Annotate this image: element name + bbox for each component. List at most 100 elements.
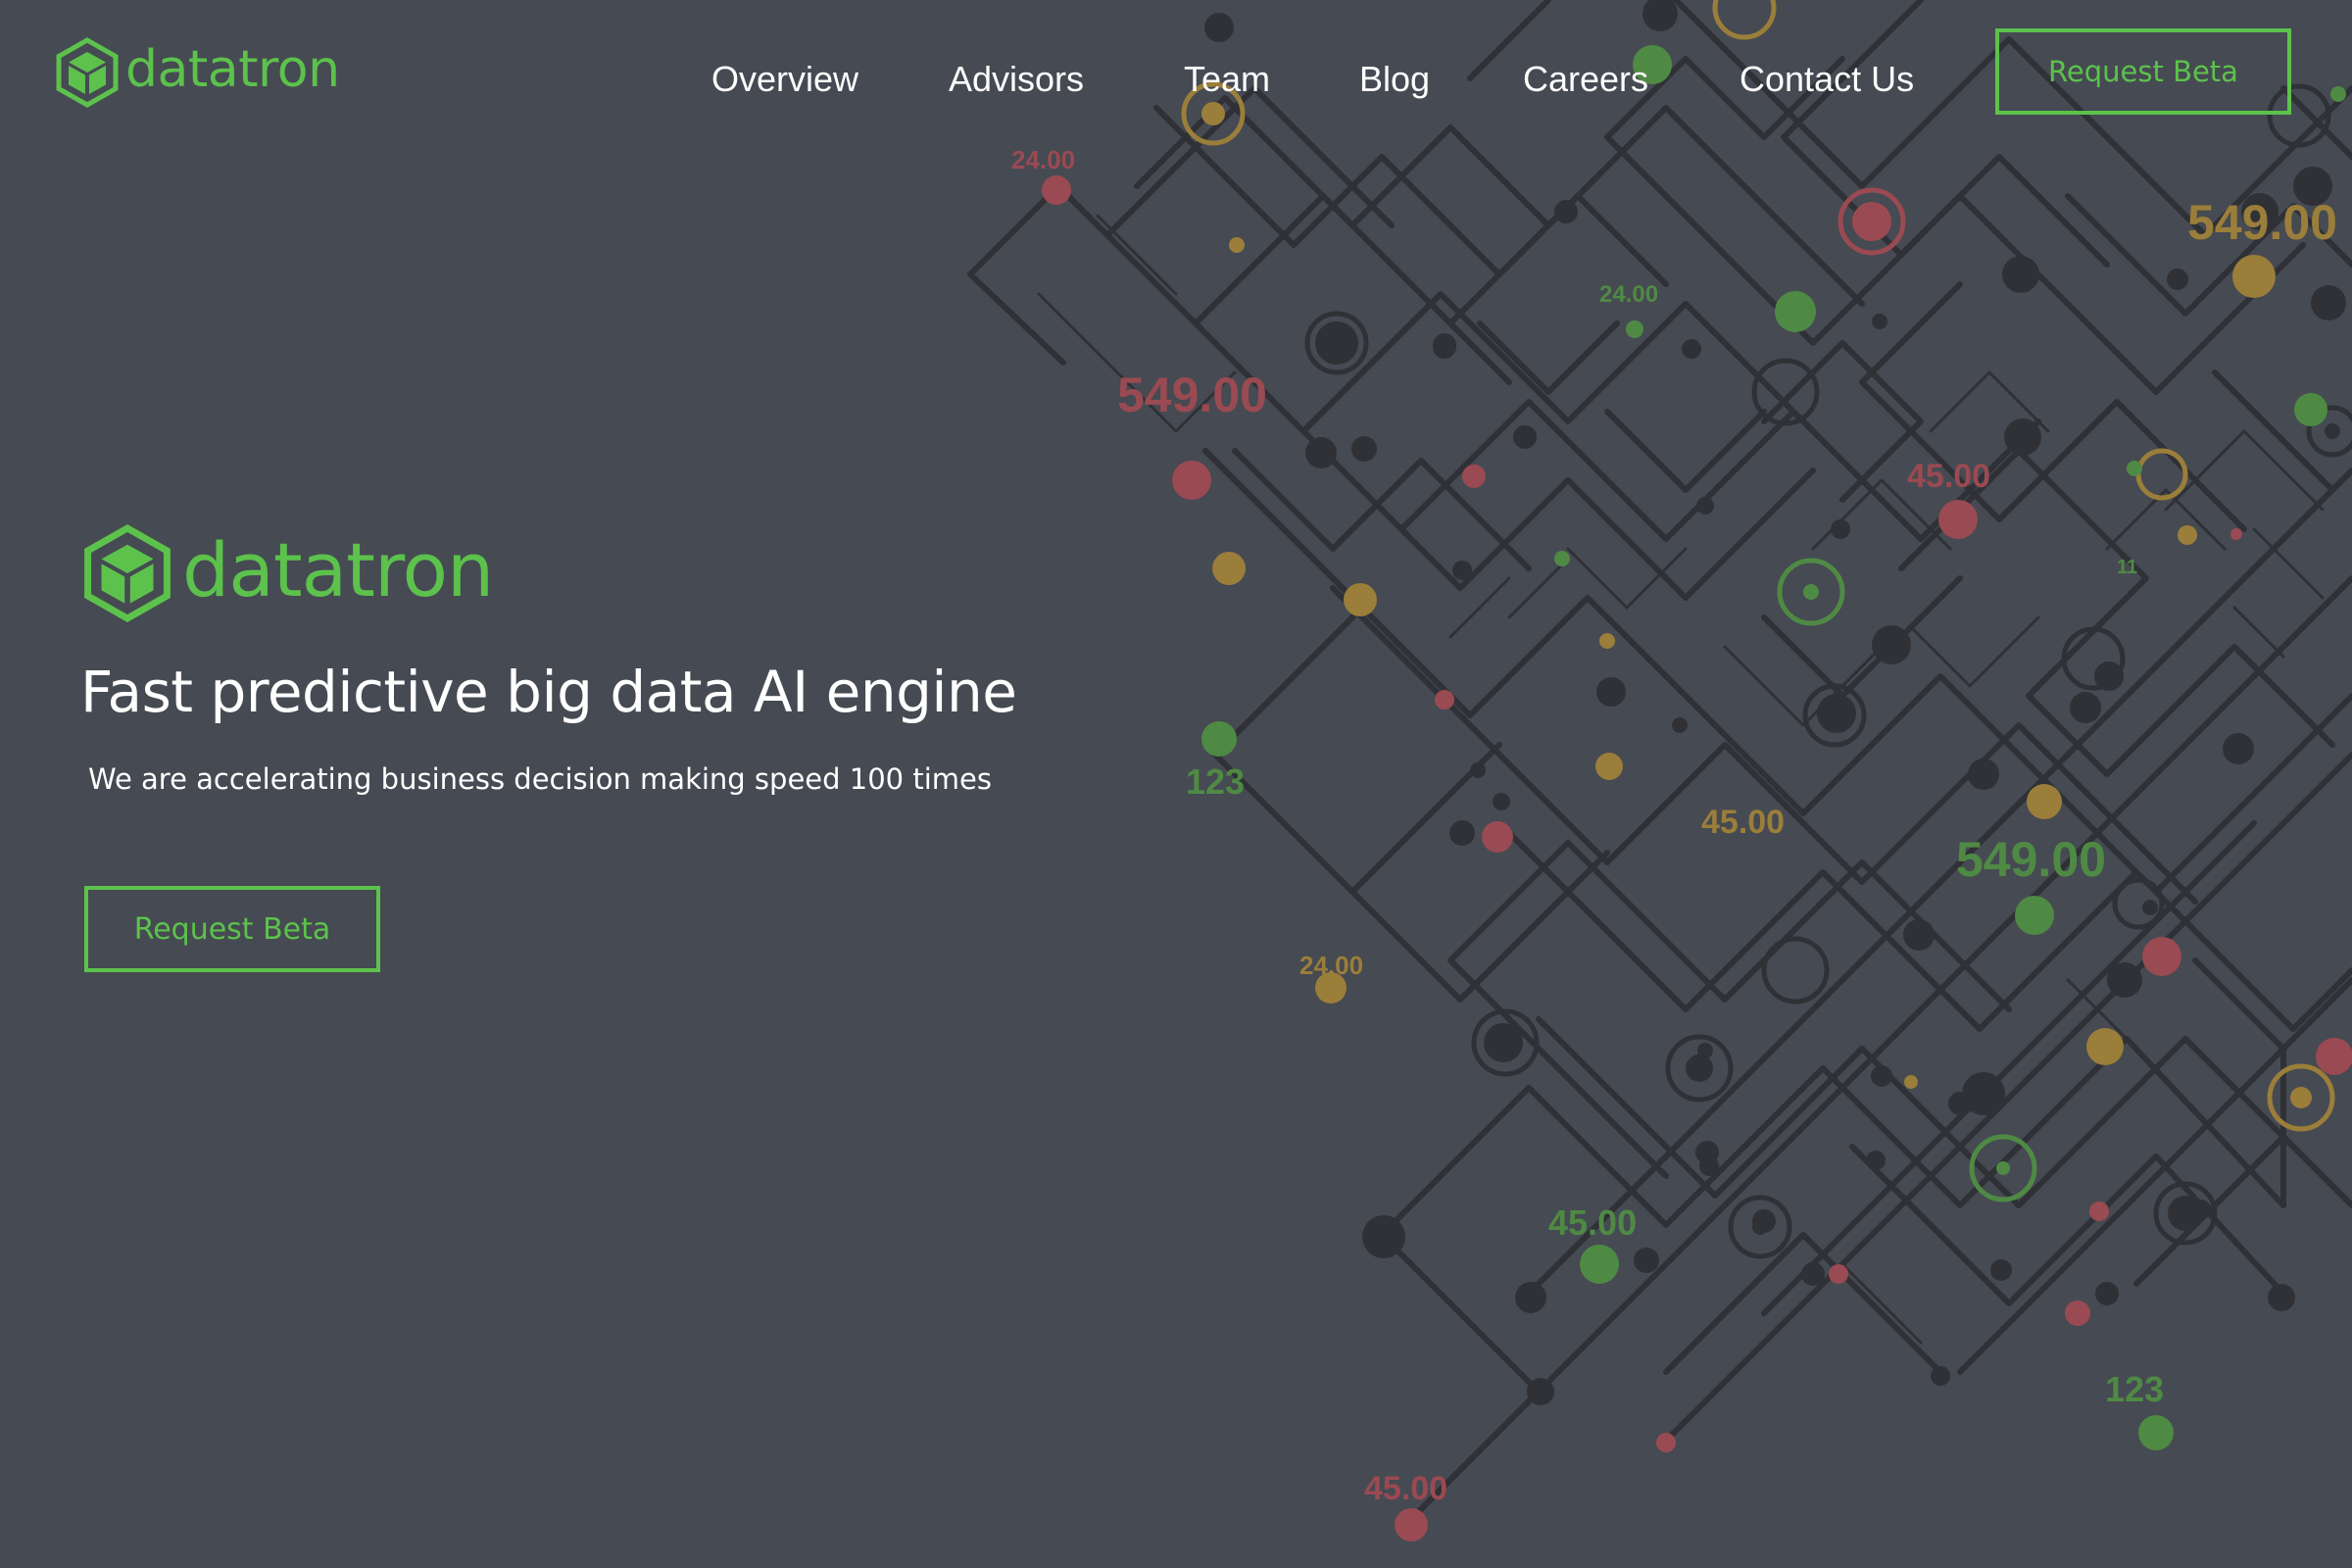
circuit-node (1803, 584, 1819, 600)
circuit-trace-thin (1909, 615, 2040, 688)
circuit-node (1904, 1075, 1918, 1089)
circuit-value-label: 549.00 (2187, 195, 2337, 250)
hero-subheadline: We are accelerating business decision ma… (88, 762, 992, 796)
circuit-ring (1751, 358, 1820, 426)
circuit-trace-thin (1507, 557, 1570, 619)
circuit-node (1449, 820, 1475, 846)
circuit-node (2311, 285, 2346, 320)
circuit-node (1580, 1245, 1619, 1284)
circuit-node (2070, 692, 2101, 723)
circuit-node (2002, 256, 2039, 293)
circuit-node (1866, 1151, 1886, 1170)
circuit-node (1903, 919, 1935, 951)
circuit-node (1682, 339, 1701, 359)
circuit-node (1696, 497, 1714, 514)
circuit-trace-thin (1664, 1380, 1727, 1443)
circuit-node (2095, 1282, 2119, 1305)
circuit-value-label: 11 (2117, 557, 2137, 578)
circuit-node (1872, 314, 1887, 329)
request-beta-hero-button[interactable]: Request Beta (84, 886, 380, 972)
circuit-value-label: 549.00 (1117, 368, 1267, 422)
circuit-node (1656, 1433, 1676, 1452)
circuit-node (1599, 633, 1615, 649)
circuit-trace (1761, 575, 1963, 699)
circuit-trace (1193, 291, 1816, 434)
hero-logo-wordmark: datatron (182, 525, 494, 613)
circuit-ring (2135, 448, 2188, 501)
circuit-value-label: 24.00 (1599, 281, 1658, 308)
circuit-node (1172, 461, 1211, 500)
circuit-node (2015, 896, 2054, 935)
nav-contact-us[interactable]: Contact Us (1740, 55, 1914, 104)
circuit-trace-thin (1840, 1262, 1923, 1345)
circuit-node (2325, 423, 2340, 439)
nav-careers[interactable]: Careers (1523, 55, 1648, 104)
circuit-trace-thin (2232, 606, 2285, 659)
circuit-node (1852, 202, 1891, 241)
circuit-node (1801, 1262, 1825, 1286)
circuit-trace (1849, 1144, 2286, 1306)
circuit-node (1990, 1259, 2012, 1281)
hexagon-cube-icon (84, 523, 171, 623)
circuit-node (1938, 500, 1978, 539)
circuit-node (2142, 937, 2181, 976)
circuit-trace (1379, 1036, 2286, 1238)
circuit-trace (2192, 957, 2286, 1208)
circuit-node (2138, 1415, 2174, 1450)
circuit-node (1775, 291, 1816, 332)
circuit-node (1229, 237, 1245, 253)
circuit-node (1470, 762, 1486, 778)
circuit-value-label: 45.00 (1907, 458, 1990, 495)
circuit-node (2004, 418, 2041, 456)
circuit-node (1482, 821, 1513, 853)
circuit-value-label: 24.00 (1299, 951, 1363, 980)
circuit-node (1672, 717, 1688, 733)
circuit-trace-thin (1096, 214, 1178, 296)
hero-logo: datatron (82, 523, 494, 623)
circuit-node (1596, 677, 1626, 707)
circuit-node (1948, 1092, 1972, 1115)
circuit-node (2232, 255, 2276, 298)
circuit-node (1968, 759, 1999, 790)
landing-page: 24.00 549.00 123 24.00 45.00 11 549.00 45.00 549… (0, 0, 2352, 1568)
circuit-node (2191, 1200, 2211, 1219)
circuit-value-label: 45.00 (1364, 1470, 1447, 1507)
circuit-node (1042, 175, 1071, 205)
circuit-trace (1447, 957, 1669, 1179)
circuit-trace (1604, 409, 1767, 493)
circuit-value-label: 549.00 (1956, 832, 2106, 887)
circuit-node (2127, 461, 2142, 476)
circuit-value-label: 123 (2105, 1369, 2164, 1409)
circuit-node (1626, 320, 1643, 338)
circuit-node (1872, 625, 1911, 664)
nav-team[interactable]: Team (1184, 55, 1270, 104)
circuit-trace-thin (2252, 527, 2325, 600)
circuit-node (2107, 962, 2142, 998)
site-header: datatron Overview Advisors Team Blog Car… (0, 0, 2352, 147)
circuit-value-label: 45.00 (1701, 804, 1785, 841)
circuit-node (1527, 1378, 1554, 1405)
circuit-node (1315, 321, 1358, 365)
circuit-trace (1957, 977, 2352, 1375)
nav-blog[interactable]: Blog (1359, 55, 1430, 104)
circuit-ring (1761, 936, 1830, 1004)
circuit-node (1829, 1264, 1848, 1284)
circuit-node (1686, 1054, 1713, 1082)
hero-headline: Fast predictive big data AI engine (80, 659, 1017, 725)
circuit-node (2316, 1038, 2352, 1075)
circuit-node (2294, 393, 2328, 426)
request-beta-nav-button[interactable]: Request Beta (1995, 28, 2291, 115)
circuit-node (2142, 900, 2158, 915)
nav-overview[interactable]: Overview (711, 55, 858, 104)
circuit-node (2089, 1201, 2109, 1221)
circuit-node (2086, 1028, 2124, 1065)
circuit-value-label: 123 (1186, 761, 1245, 802)
circuit-node (1462, 465, 1486, 488)
circuit-node (1996, 1161, 2010, 1175)
nav-advisors[interactable]: Advisors (949, 55, 1084, 104)
circuit-node (1362, 1215, 1405, 1258)
circuit-node (1493, 793, 1510, 810)
circuit-trace (1536, 1016, 2352, 1208)
circuit-node (2290, 1087, 2312, 1108)
circuit-node (1484, 1023, 1523, 1062)
